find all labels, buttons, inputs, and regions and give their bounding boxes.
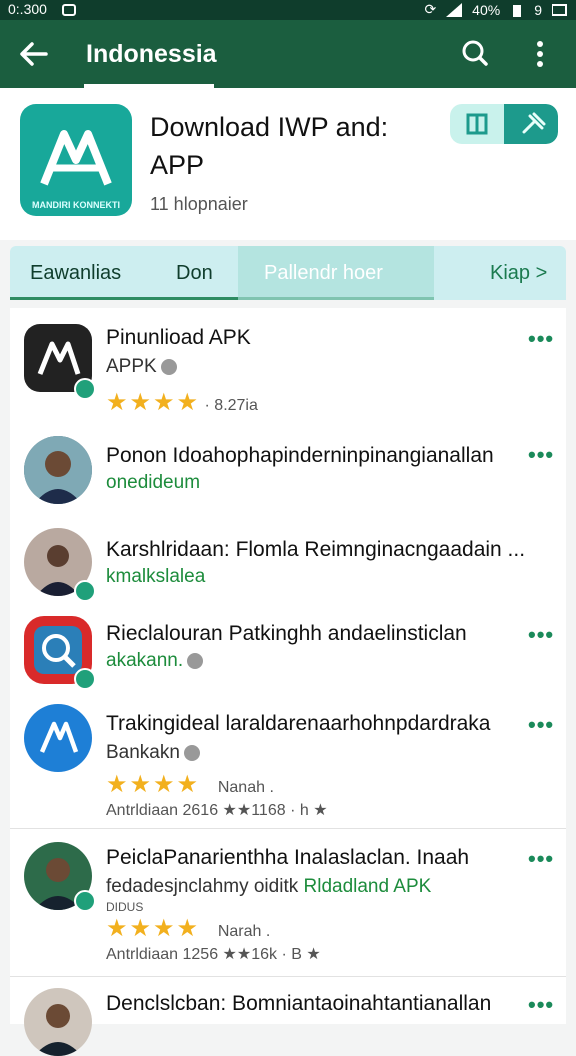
list-item-tag: DIDUS (106, 900, 144, 914)
person-avatar (24, 436, 92, 504)
list-item-title: Karshlridaan: Flomla Reimnginacngaadain … (106, 538, 526, 561)
list-item[interactable]: Rieclalouran Patkinghh andaelinsticlan a… (10, 608, 566, 698)
list-item-title: PeiclaPanarienthha Inalaslaclan. Inaah (106, 846, 470, 869)
app-logo-icon (39, 721, 79, 753)
list-item[interactable]: PeiclaPanarienthha Inalaslaclan. Inaah f… (10, 830, 566, 978)
app-logo-caption: MANDIRI KONNEKTI (32, 200, 120, 210)
list-item-title: Trakingideal laraldarenaarhohnpdardraka (106, 712, 491, 735)
list-item[interactable]: Trakingideal laraldarenaarhohnpdardraka … (10, 698, 566, 828)
more-options-icon[interactable]: ••• (528, 992, 554, 1018)
list-item[interactable]: Denclslcban: Bomniantaoinahtantianallan … (10, 978, 566, 1056)
tab-kiap[interactable]: Kiap > (490, 246, 547, 300)
list-item-subtitle: akakann. (106, 650, 204, 672)
battery-percent: 40% (472, 1, 501, 18)
status-right: ⟳ 40% 9 (424, 1, 568, 18)
list-item-rating: ★★★★ Narah . (106, 915, 271, 942)
verified-badge-icon (74, 668, 96, 690)
list-item-subtitle: APPK (106, 356, 177, 378)
list-item[interactable]: Ponon Idoahophapinderninpinangianallan o… (10, 428, 566, 520)
status-bar: 0:.300 ⟳ 40% 9 (0, 0, 576, 20)
list-item[interactable]: Karshlridaan: Flomla Reimnginacngaadain … (10, 520, 566, 608)
verified-badge-icon (74, 580, 96, 602)
search-icon[interactable] (462, 40, 488, 66)
app-header: MANDIRI KONNEKTI Download IWP and: APP 1… (0, 88, 576, 240)
person-avatar (24, 988, 92, 1056)
app-subtitle: 11 hlopnaier (150, 194, 248, 214)
app-logo-icon: MANDIRI KONNEKTI (20, 104, 132, 216)
tab-don[interactable]: Don (176, 246, 213, 300)
person-photo-icon (24, 436, 92, 504)
tab-eawanlias[interactable]: Eawanlias (30, 246, 121, 300)
divider (10, 828, 566, 829)
list-item-meta: Antrldiaan 1256 ★★16k · B ★ (106, 946, 321, 963)
signal-label: 9 (534, 1, 542, 18)
list-item-title: Rieclalouran Patkinghh andaelinsticlan (106, 622, 467, 645)
rating-stars: ★★★★ (106, 771, 201, 798)
status-time: 0:.300 (8, 1, 47, 17)
list-item-rating: ★★★★ · 8.27ia (106, 389, 258, 416)
list-item-subtitle: kmalkslalea (106, 566, 206, 587)
rating-stars: ★★★★ (106, 389, 201, 416)
list-item-title: Pinunlioad APK (106, 326, 251, 349)
more-vert-icon[interactable] (530, 40, 550, 68)
sync-icon: ⟳ (424, 1, 437, 17)
page-title: Indonessia (86, 40, 217, 68)
list-item-meta: Antrldiaan 2616 ★★1168 · h ★ (106, 802, 328, 819)
signal-icon (446, 2, 463, 17)
grid-view-icon[interactable] (450, 104, 504, 144)
verified-check-icon (183, 744, 200, 761)
more-options-icon[interactable]: ••• (528, 326, 554, 352)
tab-bar: Eawanlias Don Pallendr hoer Kiap > (10, 246, 566, 300)
battery-icon (513, 4, 522, 17)
tab-pallendr-hoer[interactable]: Pallendr hoer (264, 246, 383, 300)
more-options-icon[interactable]: ••• (528, 622, 554, 648)
app-bar: Indonessia (0, 20, 576, 88)
more-options-icon[interactable]: ••• (528, 712, 554, 738)
app-title: Download IWP and: APP (150, 112, 389, 180)
more-options-icon[interactable]: ••• (528, 846, 554, 872)
rating-stars: ★★★★ (106, 915, 201, 942)
pin-icon[interactable] (504, 104, 558, 144)
list-item-subtitle: fedadesjnclahmy oiditk Rldadland APK (106, 876, 432, 897)
list-item-rating: ★★★★ Nanah . (106, 771, 274, 798)
verified-check-icon (187, 652, 204, 669)
app-list: Pinunlioad APK APPK ★★★★ · 8.27ia ••• Po… (10, 308, 566, 1056)
list-item-title: Ponon Idoahophapinderninpinangianallan (106, 444, 494, 467)
app-avatar (24, 704, 92, 772)
list-item-title: Denclslcban: Bomniantaoinahtantianallan (106, 992, 492, 1015)
arrow-left-icon[interactable] (18, 38, 50, 70)
person-photo-icon (24, 988, 92, 1056)
more-options-icon[interactable]: ••• (528, 442, 554, 468)
verified-badge-icon (74, 890, 96, 912)
notification-icon (62, 4, 76, 16)
list-item[interactable]: Pinunlioad APK APPK ★★★★ · 8.27ia ••• (10, 308, 566, 428)
battery-full-icon (552, 3, 567, 16)
verified-badge-icon (74, 378, 96, 400)
list-item-subtitle: Bankakn (106, 742, 200, 764)
list-item-subtitle: onedideum (106, 472, 201, 493)
view-toggle[interactable] (450, 104, 558, 144)
divider (10, 976, 566, 977)
verified-check-icon (160, 358, 177, 375)
